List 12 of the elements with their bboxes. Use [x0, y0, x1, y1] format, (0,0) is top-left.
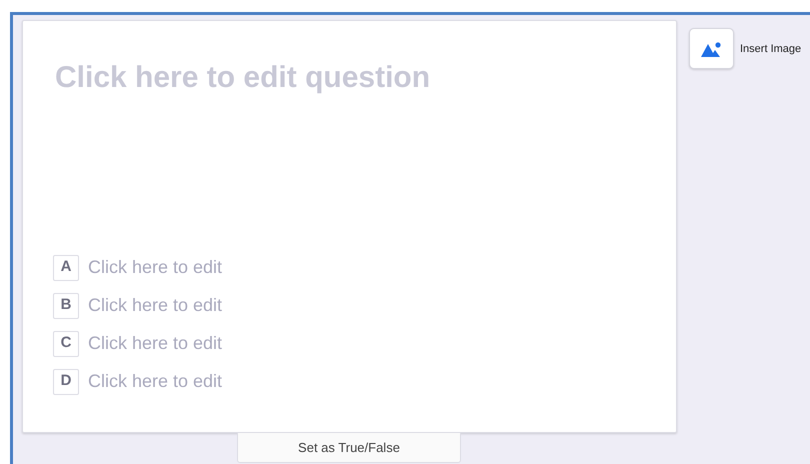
insert-image-button[interactable]: [689, 28, 734, 69]
answer-field[interactable]: Click here to edit: [88, 292, 328, 319]
answer-field[interactable]: Click here to edit: [88, 254, 328, 281]
insert-image-label: Insert Image: [740, 42, 802, 57]
true-false-button[interactable]: Set as True/False: [237, 432, 461, 463]
answer-field[interactable]: Click here to edit: [88, 330, 328, 357]
option-letter: C: [53, 330, 79, 356]
answer-field[interactable]: Click here to edit: [88, 368, 328, 395]
option-letter: B: [53, 292, 79, 318]
image-icon: [700, 40, 722, 56]
option-letter: A: [53, 254, 79, 280]
option-letter: D: [53, 368, 79, 394]
